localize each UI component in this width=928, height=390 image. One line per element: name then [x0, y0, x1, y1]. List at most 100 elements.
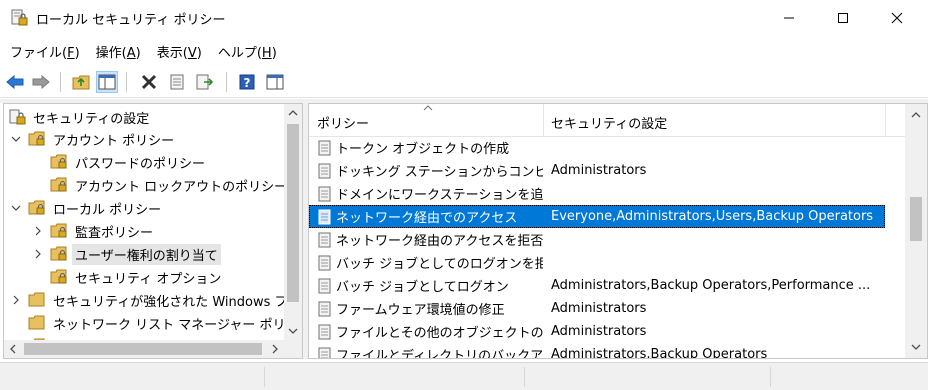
policy-icon: [318, 324, 331, 339]
policy-icon: [318, 255, 331, 270]
chevron-down-icon: [911, 344, 921, 350]
forward-arrow-icon: [32, 75, 50, 89]
tree-scroll-right-button[interactable]: [266, 340, 284, 358]
window-title: ローカル セキュリティ ポリシー: [36, 13, 226, 28]
policy-list-view: ポリシー セキュリティの設定 トークン オブジェクトの作成 ドッキング ステーシ…: [308, 103, 928, 359]
tree-item-local-policies[interactable]: ローカル ポリシー: [28, 197, 164, 219]
console-tree: セキュリティの設定 アカウント ポリシー パスワードのポリシー アカウント ロッ…: [3, 103, 303, 359]
policy-icon: [318, 186, 331, 201]
expand-audit-policy-toggle[interactable]: [32, 225, 44, 237]
column-header-policy[interactable]: ポリシー: [309, 104, 543, 137]
tree-scroll-left-button[interactable]: [4, 340, 22, 358]
action-pane-icon: [266, 74, 284, 90]
tree-vertical-scrollbar[interactable]: [284, 104, 302, 340]
list-header: ポリシー セキュリティの設定: [309, 104, 905, 137]
menu-bar: ファイル(F) 操作(A) 表示(V) ヘルプ(H): [0, 38, 928, 64]
help-icon: ?: [239, 74, 255, 90]
policy-icon: [318, 140, 331, 155]
tree-hscroll-thumb[interactable]: [24, 343, 262, 355]
export-list-button[interactable]: [194, 71, 216, 93]
list-vertical-scrollbar[interactable]: [905, 104, 927, 358]
minimize-icon: [784, 17, 794, 19]
security-policy-app-icon: [11, 9, 28, 26]
table-row-selected[interactable]: ネットワーク経由でのアクセス Everyone,Administrators,U…: [309, 205, 885, 228]
tree-item-network-list-manager[interactable]: ネットワーク リスト マネージャー ポリシー: [28, 312, 302, 334]
menu-help[interactable]: ヘルプ(H): [208, 38, 283, 64]
folder-lock-icon: [50, 177, 67, 192]
folder-lock-icon: [50, 223, 67, 238]
policy-icon: [318, 347, 331, 358]
tree-item-account-policies[interactable]: アカウント ポリシー: [28, 128, 177, 150]
chevron-down-icon: [11, 136, 21, 142]
expand-local-policies-toggle[interactable]: [10, 202, 22, 214]
tree-scroll-down-button[interactable]: [284, 322, 302, 340]
title-bar: ローカル セキュリティ ポリシー: [0, 0, 928, 36]
chevron-down-icon: [288, 328, 298, 334]
delete-x-icon: [141, 74, 157, 90]
svg-text:?: ?: [244, 76, 251, 90]
delete-button[interactable]: [138, 71, 160, 93]
chevron-right-icon: [13, 295, 19, 305]
tree-item-user-rights-assignment[interactable]: ユーザー権利の割り当て: [50, 243, 221, 265]
tree-item-security-settings[interactable]: セキュリティの設定: [8, 106, 152, 128]
up-folder-button[interactable]: [70, 71, 92, 93]
table-row[interactable]: ファイルとその他のオブジェクトの... Administrators: [309, 320, 885, 343]
help-button[interactable]: ?: [236, 71, 258, 93]
list-scroll-down-button[interactable]: [907, 338, 925, 356]
chevron-right-icon: [35, 226, 41, 236]
column-header-security-setting[interactable]: セキュリティの設定: [543, 104, 885, 137]
menu-file[interactable]: ファイル(F): [0, 38, 86, 64]
minimize-button[interactable]: [766, 0, 812, 36]
list-vscroll-thumb[interactable]: [910, 197, 922, 241]
back-arrow-icon: [6, 75, 24, 89]
up-folder-icon: [72, 75, 90, 90]
tree-item-security-options[interactable]: セキュリティ オプション: [50, 266, 224, 288]
expand-user-rights-toggle[interactable]: [32, 248, 44, 260]
policy-icon: [318, 278, 331, 293]
folder-lock-icon: [50, 246, 67, 261]
back-button[interactable]: [4, 71, 26, 93]
menu-action[interactable]: 操作(A): [86, 38, 147, 64]
tree-item-lockout-policy[interactable]: アカウント ロックアウトのポリシー: [50, 174, 290, 196]
expand-account-policies-toggle[interactable]: [10, 133, 22, 145]
status-bar: [0, 362, 928, 390]
policy-icon: [318, 163, 331, 178]
export-list-icon: [196, 74, 214, 90]
table-row[interactable]: トークン オブジェクトの作成: [309, 136, 885, 159]
chevron-down-icon: [11, 205, 21, 211]
table-row[interactable]: ネットワーク経由のアクセスを拒否: [309, 228, 885, 251]
forward-button[interactable]: [30, 71, 52, 93]
tree-scroll-up-button[interactable]: [284, 104, 302, 122]
properties-button[interactable]: [166, 71, 188, 93]
close-icon: [891, 12, 903, 24]
tree-horizontal-scrollbar[interactable]: [4, 340, 284, 358]
maximize-button[interactable]: [820, 0, 866, 36]
tree-item-audit-policy[interactable]: 監査ポリシー: [50, 220, 156, 242]
chevron-left-icon: [10, 344, 16, 354]
list-scroll-up-button[interactable]: [907, 106, 925, 124]
tree-item-password-policy[interactable]: パスワードのポリシー: [50, 151, 208, 173]
policy-icon: [318, 301, 331, 316]
table-row[interactable]: バッチ ジョブとしてログオン Administrators,Backup Ope…: [309, 274, 885, 297]
toolbar: ?: [0, 66, 928, 98]
expand-windows-firewall-toggle[interactable]: [10, 294, 22, 306]
security-settings-icon: [9, 109, 26, 125]
folder-lock-icon: [50, 154, 67, 169]
chevron-right-icon: [35, 249, 41, 259]
menu-view[interactable]: 表示(V): [147, 38, 208, 64]
table-row[interactable]: ドッキング ステーションからコンピュ... Administrators: [309, 159, 885, 182]
table-row[interactable]: ドメインにワークステーションを追加: [309, 182, 885, 205]
tree-item-windows-firewall[interactable]: セキュリティが強化された Windows ファ: [28, 289, 302, 311]
chevron-right-icon: [272, 344, 278, 354]
show-hide-action-pane-button[interactable]: [264, 71, 286, 93]
table-row[interactable]: ファームウェア環境値の修正 Administrators: [309, 297, 885, 320]
table-row[interactable]: ファイルとディレクトリのバックアップ Administrators,Backup…: [309, 343, 885, 358]
show-hide-tree-button[interactable]: [96, 71, 118, 93]
tree-vscroll-thumb[interactable]: [287, 124, 299, 302]
folder-lock-icon: [28, 131, 45, 146]
folder-lock-icon: [28, 200, 45, 215]
folder-lock-icon: [50, 269, 67, 284]
close-button[interactable]: [874, 0, 920, 36]
table-row[interactable]: バッチ ジョブとしてのログオンを拒否: [309, 251, 885, 274]
policy-icon: [318, 232, 331, 247]
